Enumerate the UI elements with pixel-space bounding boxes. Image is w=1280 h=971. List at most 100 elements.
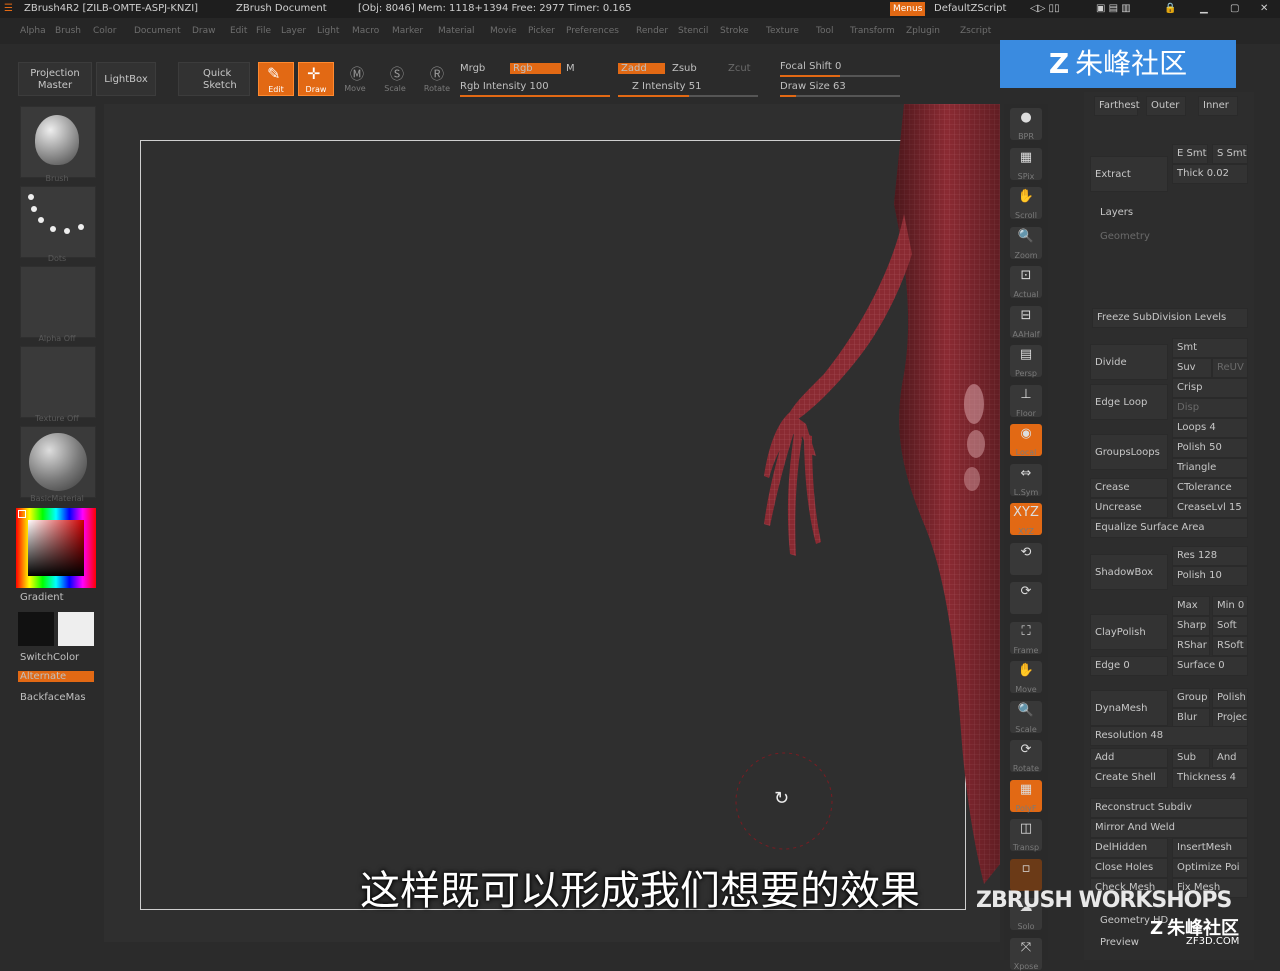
menu-alpha[interactable]: Alpha: [20, 18, 46, 44]
lightbox-button[interactable]: LightBox: [96, 62, 156, 96]
menu-edit[interactable]: Edit: [230, 18, 247, 44]
draw-size-track[interactable]: [780, 95, 900, 97]
crease-button[interactable]: Crease: [1090, 478, 1168, 498]
layers-section[interactable]: Layers: [1096, 204, 1166, 224]
add-button[interactable]: Add: [1090, 748, 1168, 768]
menu-tool[interactable]: Tool: [816, 18, 833, 44]
menu-preferences[interactable]: Preferences: [566, 18, 619, 44]
maximize-icon[interactable]: ▢: [1230, 0, 1239, 18]
mrgb-toggle[interactable]: Mrgb: [460, 63, 485, 74]
alternate-button[interactable]: Alternate: [18, 671, 94, 682]
menu-marker[interactable]: Marker: [392, 18, 423, 44]
texture-thumbnail[interactable]: [20, 346, 96, 418]
z-intensity-slider[interactable]: Z Intensity 51: [632, 81, 701, 92]
rgb-intensity-track[interactable]: [460, 95, 610, 97]
reuv-toggle[interactable]: ReUV: [1212, 358, 1248, 378]
menu-macro[interactable]: Macro: [352, 18, 379, 44]
menu-zplugin[interactable]: Zplugin: [906, 18, 940, 44]
polish10-slider[interactable]: Polish 10: [1172, 566, 1248, 586]
farthest-button[interactable]: Farthest: [1094, 96, 1140, 116]
rgb-intensity-slider[interactable]: Rgb Intensity 100: [460, 81, 549, 92]
menu-transform[interactable]: Transform: [850, 18, 895, 44]
edge-slider[interactable]: Edge 0: [1090, 656, 1168, 676]
rgb-toggle[interactable]: Rgb: [510, 63, 561, 74]
ctolerance-slider[interactable]: CTolerance: [1172, 478, 1248, 498]
menu-texture[interactable]: Texture: [766, 18, 799, 44]
rsoft-slider[interactable]: RSoft: [1212, 636, 1248, 656]
edge-loop-button[interactable]: Edge Loop: [1090, 384, 1168, 420]
extract-button[interactable]: Extract: [1090, 156, 1168, 192]
crisp-toggle[interactable]: Crisp: [1172, 378, 1248, 398]
rsharp-slider[interactable]: RShar: [1172, 636, 1210, 656]
max-slider[interactable]: Max: [1172, 596, 1210, 616]
claypolish-button[interactable]: ClayPolish: [1090, 614, 1168, 650]
material-thumbnail[interactable]: [20, 426, 96, 498]
surface-slider[interactable]: Surface 0: [1172, 656, 1248, 676]
and-button[interactable]: And: [1212, 748, 1248, 768]
secondary-color-swatch[interactable]: [58, 612, 94, 646]
inner-button[interactable]: Inner: [1198, 96, 1238, 116]
menu-render[interactable]: Render: [636, 18, 668, 44]
blur-slider[interactable]: Blur: [1172, 708, 1210, 728]
focal-shift-track[interactable]: [780, 75, 900, 77]
thick-slider[interactable]: Thick 0.02: [1172, 164, 1248, 184]
create-shell-button[interactable]: Create Shell: [1090, 768, 1168, 788]
polish-slider[interactable]: Polish 50: [1172, 438, 1248, 458]
e-smt-slider[interactable]: E Smt: [1172, 144, 1208, 164]
menu-brush[interactable]: Brush: [55, 18, 81, 44]
zadd-toggle[interactable]: Zadd: [618, 63, 665, 74]
model-figure[interactable]: [104, 104, 1000, 942]
menu-material[interactable]: Material: [438, 18, 475, 44]
polish-toggle[interactable]: Polish: [1212, 688, 1248, 708]
geometry-section[interactable]: Geometry: [1096, 228, 1246, 248]
shelf-button-12-button[interactable]: ⟳: [1010, 582, 1042, 614]
triangle-toggle[interactable]: Triangle: [1172, 458, 1248, 478]
projection-master-button[interactable]: Projection Master: [18, 62, 92, 96]
menu-draw[interactable]: Draw: [192, 18, 216, 44]
shelf-button-11-button[interactable]: ⟲: [1010, 542, 1042, 575]
minimize-icon[interactable]: ▁: [1200, 0, 1208, 18]
menu-movie[interactable]: Movie: [490, 18, 517, 44]
soft-slider[interactable]: Soft: [1212, 616, 1248, 636]
thickness-slider[interactable]: Thickness 4: [1172, 768, 1248, 788]
reconstruct-subdiv-button[interactable]: Reconstruct Subdiv: [1090, 798, 1248, 818]
divide-button[interactable]: Divide: [1090, 344, 1168, 380]
zsub-toggle[interactable]: Zsub: [672, 63, 697, 74]
groups-loops-button[interactable]: GroupsLoops: [1090, 434, 1168, 470]
menu-layer[interactable]: Layer: [281, 18, 306, 44]
shadowbox-button[interactable]: ShadowBox: [1090, 554, 1168, 590]
color-square[interactable]: [28, 520, 84, 576]
close-icon[interactable]: ✕: [1260, 0, 1268, 18]
suv-toggle[interactable]: Suv: [1172, 358, 1212, 378]
res-slider[interactable]: Res 128: [1172, 546, 1248, 566]
uncrease-button[interactable]: Uncrease: [1090, 498, 1168, 518]
focal-shift-slider[interactable]: Focal Shift 0: [780, 61, 841, 72]
stroke-thumbnail[interactable]: [20, 186, 96, 258]
dynamesh-button[interactable]: DynaMesh: [1090, 690, 1168, 726]
switch-color-button[interactable]: SwitchColor: [20, 652, 79, 663]
menu-file[interactable]: File: [256, 18, 271, 44]
min-slider[interactable]: Min 0: [1212, 596, 1248, 616]
alpha-thumbnail[interactable]: [20, 266, 96, 338]
project-toggle[interactable]: Projec: [1212, 708, 1248, 728]
color-picker[interactable]: [16, 508, 96, 588]
freeze-subdivision-button[interactable]: Freeze SubDivision Levels: [1092, 308, 1248, 328]
primary-color-swatch[interactable]: [18, 612, 54, 646]
sub-button[interactable]: Sub: [1172, 748, 1210, 768]
sharp-slider[interactable]: Sharp: [1172, 616, 1210, 636]
gradient-label[interactable]: Gradient: [20, 592, 64, 603]
s-smt-slider[interactable]: S Smt: [1212, 144, 1248, 164]
menu-document[interactable]: Document: [134, 18, 181, 44]
arrows-icon[interactable]: ◁▷ ▯▯: [1030, 0, 1060, 18]
backface-mask-button[interactable]: BackfaceMas: [20, 692, 86, 703]
mirror-and-weld-button[interactable]: Mirror And Weld: [1090, 818, 1248, 838]
brush-thumbnail[interactable]: [20, 106, 96, 178]
menus-button[interactable]: Menus: [890, 2, 926, 16]
z-intensity-track[interactable]: [618, 95, 758, 97]
menu-zscript[interactable]: Zscript: [960, 18, 991, 44]
disp-toggle[interactable]: Disp: [1172, 398, 1248, 418]
menu-light[interactable]: Light: [317, 18, 339, 44]
outer-button[interactable]: Outer: [1146, 96, 1186, 116]
menu-color[interactable]: Color: [93, 18, 117, 44]
group-toggle[interactable]: Group: [1172, 688, 1210, 708]
